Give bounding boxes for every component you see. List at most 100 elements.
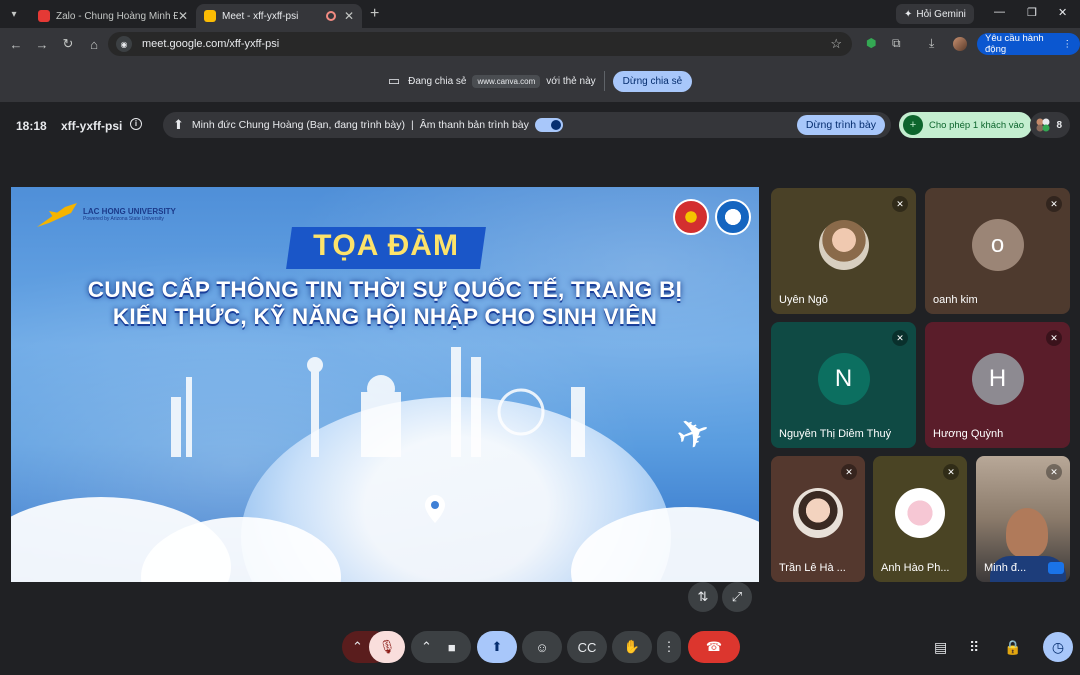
shield-extension-icon[interactable]: ⬢ bbox=[866, 36, 876, 50]
student-association-badge-icon bbox=[715, 199, 751, 235]
reload-icon[interactable]: ↻ bbox=[56, 36, 80, 52]
tab-title: Zalo - Chung Hoàng Minh Đức bbox=[56, 10, 178, 22]
participant-initial: N bbox=[817, 352, 870, 405]
home-icon[interactable]: ⌂ bbox=[82, 37, 106, 52]
fullscreen-button[interactable]: ⤢ bbox=[722, 582, 752, 612]
presentation-audio-label: Âm thanh bản trình bày bbox=[419, 119, 529, 131]
ask-action-button[interactable]: Yêu cầu hành động ⋮ bbox=[977, 33, 1080, 55]
maximize-icon[interactable]: ❐ bbox=[1027, 6, 1037, 19]
zalo-favicon-icon bbox=[38, 10, 50, 22]
participant-tile[interactable]: H ✕ Hương Quỳnh bbox=[925, 322, 1070, 448]
host-controls-icon[interactable]: 🔒 bbox=[1004, 639, 1021, 656]
captions-button[interactable]: CC bbox=[567, 631, 607, 663]
mic-off-icon: ✕ bbox=[841, 464, 857, 480]
logo-text: LAC HONG UNIVERSITY Powered by Arizona S… bbox=[83, 206, 176, 222]
meeting-code: xff-yxff-psi bbox=[61, 119, 123, 133]
sharing-prefix: Đang chia sẻ bbox=[408, 75, 467, 87]
profile-avatar[interactable] bbox=[953, 37, 967, 51]
tab-title: Meet - xff-yxff-psi bbox=[222, 10, 299, 22]
captions-icon: CC bbox=[577, 639, 597, 655]
participant-name: oanh kim bbox=[933, 294, 978, 306]
forward-icon[interactable]: → bbox=[30, 37, 54, 52]
participant-photo bbox=[895, 487, 945, 538]
logo-subtext: Powered by Arizona State University bbox=[83, 215, 164, 222]
close-tab-icon[interactable]: ✕ bbox=[344, 9, 354, 23]
back-icon[interactable]: ← bbox=[4, 37, 28, 52]
more-options-button[interactable]: ⋮ bbox=[657, 631, 681, 663]
tab-search-icon[interactable]: ▾ bbox=[4, 4, 24, 24]
add-person-icon: + bbox=[903, 115, 923, 135]
extensions-icon[interactable]: ⧉ bbox=[892, 36, 901, 51]
url-text: meet.google.com/xff-yxff-psi bbox=[142, 38, 280, 50]
participants-button[interactable]: 8 bbox=[1030, 112, 1070, 138]
participant-name: Hương Quỳnh bbox=[933, 428, 1004, 440]
presentation-audio-toggle[interactable] bbox=[534, 118, 563, 132]
presenting-text: Minh đức Chung Hoàng (Bạn, đang trình bà… bbox=[191, 119, 405, 131]
allow-guest-button[interactable]: + Cho phép 1 khách vào bbox=[899, 112, 1033, 138]
mic-off-icon: ✕ bbox=[1046, 464, 1062, 480]
meet-favicon-icon bbox=[204, 10, 216, 22]
participant-initial: H bbox=[971, 352, 1024, 405]
leave-call-button[interactable]: ☎ bbox=[688, 631, 740, 663]
participant-photo bbox=[793, 487, 843, 538]
university-plane-logo-icon bbox=[37, 203, 77, 227]
stop-presenting-button[interactable]: Dừng trình bày bbox=[796, 115, 885, 135]
timer-button[interactable]: ◷ bbox=[1043, 632, 1073, 662]
participant-tile[interactable]: N ✕ Nguyễn Thị Diễm Thuý bbox=[771, 322, 916, 448]
chevron-up-icon: ⌃ bbox=[421, 639, 432, 654]
site-info-icon[interactable]: ◉ bbox=[116, 36, 132, 52]
recording-indicator-icon bbox=[325, 11, 336, 21]
location-pin-icon bbox=[425, 495, 445, 523]
pin-tile-icon[interactable] bbox=[1048, 562, 1064, 574]
bookmark-star-icon[interactable]: ☆ bbox=[830, 36, 842, 52]
allow-guest-label: Cho phép 1 khách vào bbox=[929, 119, 1025, 131]
download-icon[interactable]: ⤓ bbox=[929, 36, 934, 51]
participant-camera-feed bbox=[1006, 508, 1048, 558]
close-tab-icon[interactable]: ✕ bbox=[178, 9, 188, 23]
participant-initial: o bbox=[971, 218, 1024, 271]
raise-hand-button[interactable]: ✋ bbox=[612, 631, 652, 663]
new-tab-icon[interactable]: + bbox=[370, 5, 379, 23]
more-vert-icon[interactable]: ⋮ bbox=[1063, 39, 1073, 50]
participant-name: Anh Hào Ph... bbox=[881, 562, 950, 574]
organization-badges bbox=[673, 199, 751, 235]
present-now-button[interactable]: ⬆ bbox=[477, 631, 517, 663]
gemini-button[interactable]: ✦ Hỏi Gemini bbox=[896, 4, 974, 24]
tab-meet[interactable]: Meet - xff-yxff-psi ✕ bbox=[196, 4, 362, 28]
logo-name: LAC HONG UNIVERSITY bbox=[83, 206, 176, 216]
divider bbox=[603, 71, 605, 91]
gemini-label: Hỏi Gemini bbox=[916, 8, 966, 20]
slide-headline-line2: KIẾN THỨC, KỸ NĂNG HỘI NHẬP CHO SINH VIÊ… bbox=[112, 304, 658, 329]
window-close-icon[interactable]: ✕ bbox=[1058, 6, 1067, 19]
event-label: TỌA ĐÀM bbox=[313, 229, 459, 262]
sharing-info-bar: ▭ Đang chia sẻ www.canva.com với thẻ này… bbox=[0, 60, 1080, 102]
stop-sharing-button[interactable]: Dừng chia sẻ bbox=[612, 70, 693, 92]
swap-layout-button[interactable]: ⇅ bbox=[688, 582, 718, 612]
participant-count: 8 bbox=[1056, 119, 1062, 131]
chat-icon[interactable]: ▤ bbox=[934, 639, 947, 656]
sharing-suffix: với thẻ này bbox=[546, 75, 596, 87]
participant-tile[interactable]: ✕ Trần Lê Hà ... bbox=[771, 456, 865, 582]
mic-off-icon: ✕ bbox=[892, 330, 908, 346]
participant-tile[interactable]: ✕ Anh Hào Ph... bbox=[873, 456, 967, 582]
mic-off-icon: 🎙 bbox=[378, 639, 396, 654]
participant-tile[interactable]: o ✕ oanh kim bbox=[925, 188, 1070, 314]
emoji-reaction-button[interactable]: ☺ bbox=[522, 631, 562, 663]
microphone-toggle-button[interactable]: 🎙 bbox=[369, 631, 405, 663]
participant-avatars-icon bbox=[1036, 118, 1050, 132]
minimize-icon[interactable]: — bbox=[994, 6, 1005, 18]
clock-icon: ◷ bbox=[1051, 638, 1065, 655]
url-field[interactable]: ◉ meet.google.com/xff-yxff-psi ☆ bbox=[108, 32, 852, 56]
participant-tile[interactable]: ✕ Uyên Ngô bbox=[771, 188, 916, 314]
chevron-up-icon: ⌃ bbox=[352, 639, 363, 654]
video-options-button[interactable]: ⌃ ■ bbox=[411, 631, 471, 663]
participant-tile-self[interactable]: ✕ Minh đ... bbox=[976, 456, 1070, 582]
tab-zalo[interactable]: Zalo - Chung Hoàng Minh Đức ✕ bbox=[30, 4, 196, 28]
lac-hong-logo: LAC HONG UNIVERSITY Powered by Arizona S… bbox=[35, 201, 176, 229]
activities-icon[interactable]: ⠿ bbox=[969, 639, 979, 656]
screen-share-icon: ▭ bbox=[387, 73, 401, 88]
meeting-info-icon[interactable]: i bbox=[130, 118, 142, 130]
participant-name: Minh đ... bbox=[984, 562, 1027, 574]
presented-slide: ✈ LAC HONG UNIVERSITY Powered by Arizona… bbox=[11, 187, 759, 582]
participant-name: Nguyễn Thị Diễm Thuý bbox=[779, 428, 892, 440]
